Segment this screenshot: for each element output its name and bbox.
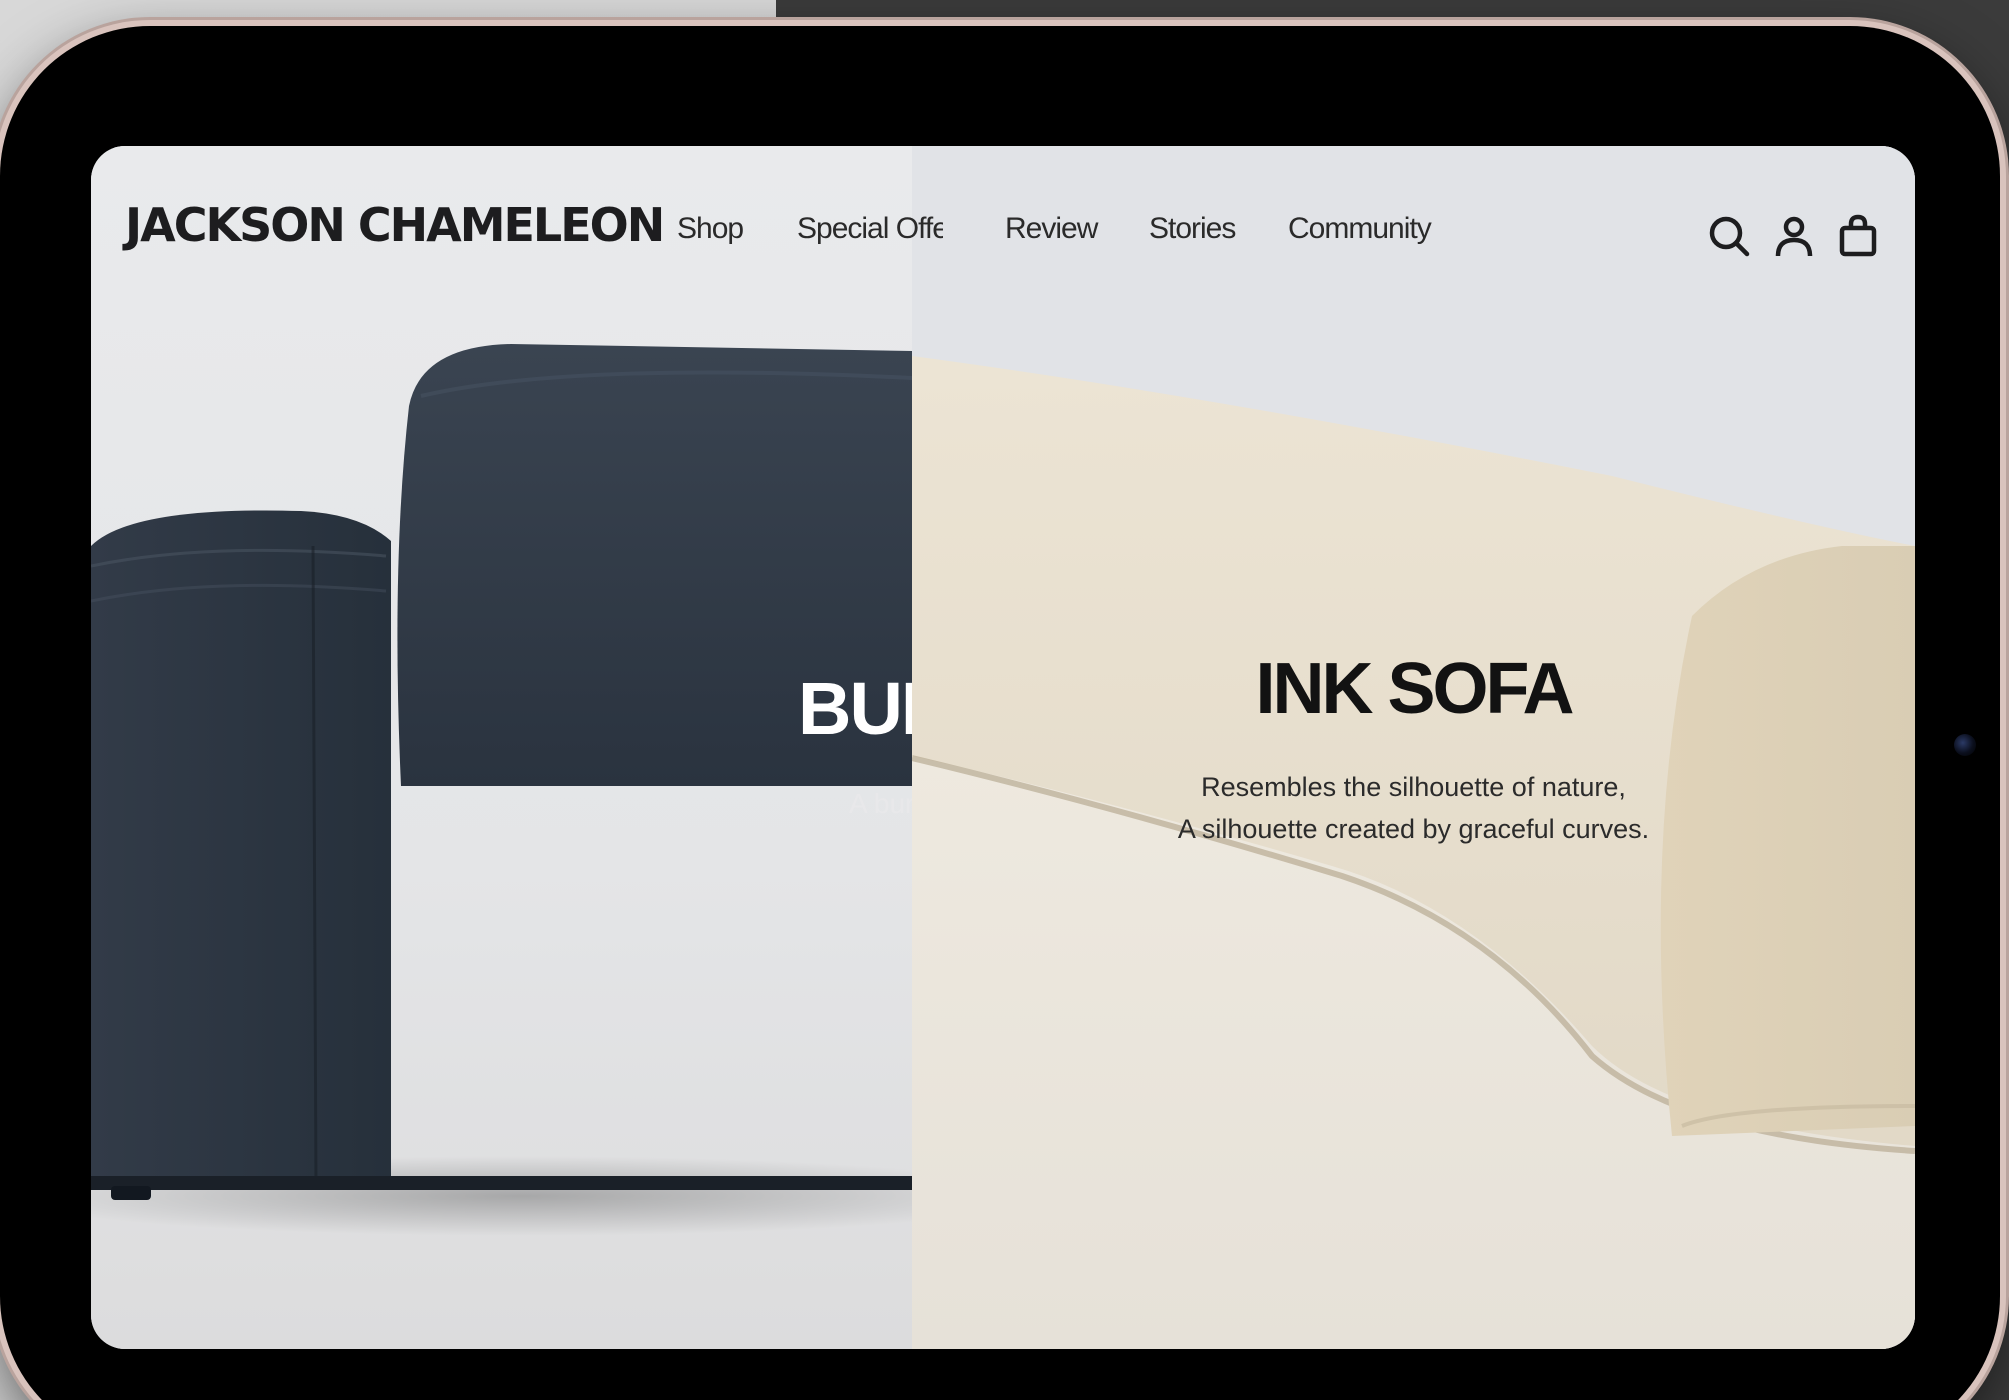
nav-item-shop[interactable]: Shop bbox=[677, 212, 744, 246]
shopping-bag-icon[interactable] bbox=[1836, 214, 1880, 258]
dark-sofa-image bbox=[91, 344, 912, 1236]
hero-right-subtitle-line-1: Resembles the silhouette of nature, bbox=[1201, 772, 1626, 802]
account-icon[interactable] bbox=[1772, 214, 1816, 258]
ink-sofa-image bbox=[912, 146, 1915, 1349]
screen: BUI A bur INK SOFA Resembles the silhoue… bbox=[91, 146, 1915, 1349]
nav-item-community[interactable]: Community bbox=[1288, 212, 1432, 246]
hero-slide-ink-sofa[interactable]: INK SOFA Resembles the silhouette of nat… bbox=[912, 146, 1915, 1349]
hero-right-title: INK SOFA bbox=[1255, 649, 1574, 729]
tablet-device: BUI A bur INK SOFA Resembles the silhoue… bbox=[0, 26, 2000, 1400]
nav-item-stories[interactable]: Stories bbox=[1149, 212, 1236, 246]
hero-right-subtitle: Resembles the silhouette of nature, A si… bbox=[912, 766, 1915, 850]
hero-slide-dark-sofa[interactable]: BUI A bur bbox=[91, 146, 912, 1349]
brand-logo[interactable]: JACKSON CHAMELEON bbox=[125, 198, 665, 252]
nav-item-review[interactable]: Review bbox=[1005, 212, 1098, 246]
nav-item-special-offer[interactable]: Special Offe bbox=[797, 212, 943, 246]
hero-left-title: BUI bbox=[798, 667, 912, 750]
hero-right-subtitle-line-2: A silhouette created by graceful curves. bbox=[1177, 814, 1650, 844]
site-header: JACKSON CHAMELEON Shop Special Offe Revi… bbox=[91, 146, 1915, 316]
hero-left-subtitle: A bur bbox=[849, 788, 912, 819]
search-icon[interactable] bbox=[1707, 214, 1751, 258]
front-camera bbox=[1954, 734, 1976, 756]
